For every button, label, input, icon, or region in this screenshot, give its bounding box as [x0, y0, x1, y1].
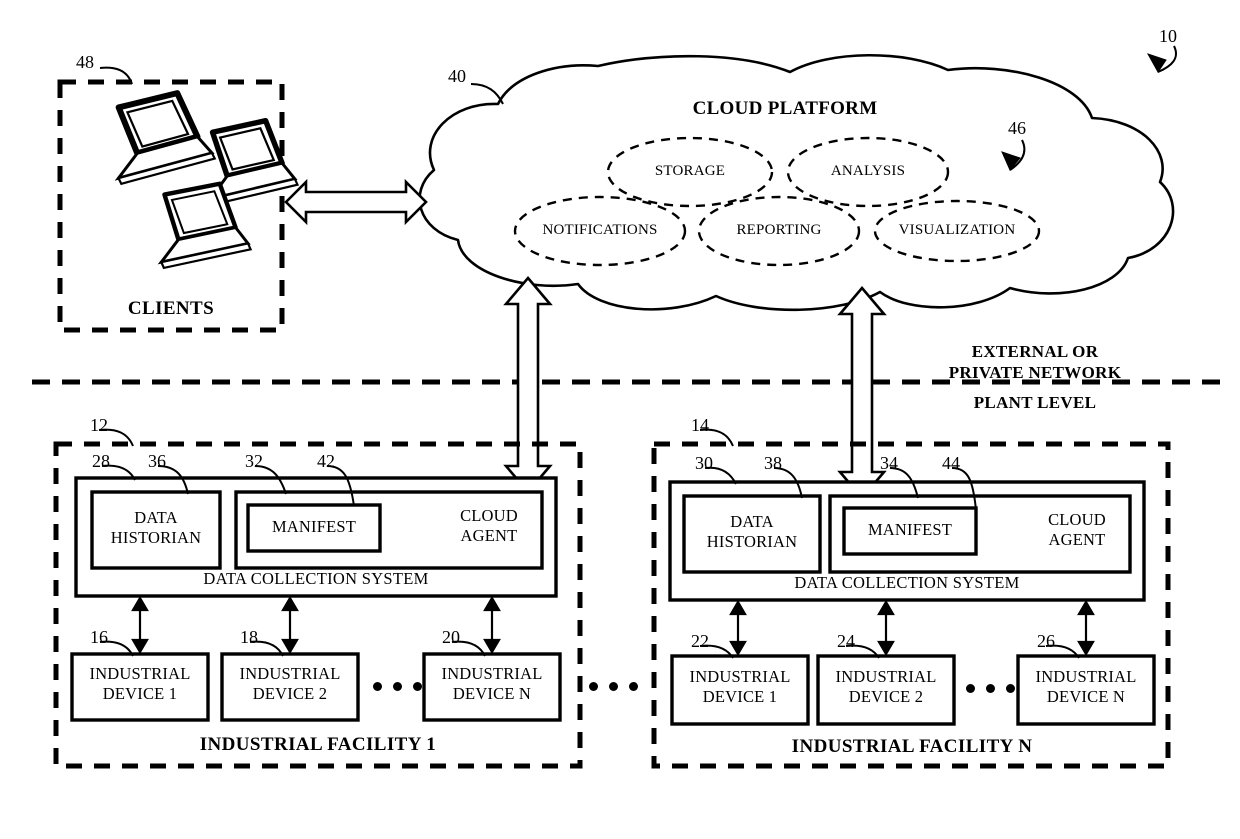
- reference-numeral-f1-cloud-agent: 32: [245, 451, 263, 471]
- facility-n-data-collection-system-label: DATA COLLECTION SYSTEM: [794, 573, 1020, 592]
- facility-n-title: INDUSTRIAL FACILITY N: [791, 736, 1033, 757]
- reference-numeral-fn-device-2: 24: [837, 631, 855, 651]
- cloud-service-storage-label: STORAGE: [654, 163, 726, 179]
- reference-numeral-cloud-services: 46: [1008, 118, 1026, 138]
- facility1-cloud-arrow: [503, 275, 553, 495]
- cloud-platform-title: CLOUD PLATFORM: [692, 98, 878, 119]
- reference-numeral-f1-device-1: 16: [90, 627, 108, 647]
- facility-1-device-2-line2: DEVICE 2: [252, 684, 328, 703]
- cloud-service-reporting-label: REPORTING: [736, 222, 822, 238]
- facility-1-device-1-line2: DEVICE 1: [102, 684, 178, 703]
- reference-numeral-facility-n: 14: [691, 415, 709, 435]
- facility-1-device-ellipsis: [373, 682, 422, 691]
- reference-numeral-fn-cloud-agent: 34: [880, 453, 898, 473]
- external-network-label-line1: EXTERNAL OR: [971, 342, 1099, 361]
- facility-1-data-historian-line1: DATA: [134, 508, 178, 527]
- facility-n-device-1-line2: DEVICE 1: [702, 687, 778, 706]
- reference-numeral-f1-collection: 28: [92, 451, 110, 471]
- facility-1-device-n-line2: DEVICE N: [452, 684, 532, 703]
- facility-n-device-n-line1: INDUSTRIAL: [1035, 667, 1137, 686]
- facility-1-cloud-agent-line2: AGENT: [460, 526, 518, 545]
- facility-n-data-historian-line2: HISTORIAN: [706, 532, 798, 551]
- facility-1-device-1-line1: INDUSTRIAL: [89, 664, 191, 683]
- reference-numeral-facility-1: 12: [90, 415, 108, 435]
- facility-1-data-historian-line2: HISTORIAN: [110, 528, 202, 547]
- facility-n-device-2-line2: DEVICE 2: [848, 687, 924, 706]
- plant-level-label: PLANT LEVEL: [973, 393, 1097, 412]
- facilities-ellipsis: [589, 682, 638, 691]
- clients-cloud-arrow: [284, 178, 428, 226]
- cloud-shape: [418, 53, 1175, 312]
- cloud-service-visualization-label: VISUALIZATION: [898, 222, 1016, 238]
- patent-figure: 10 40 CLOUD PLATFORM 46 STORAGE ANALYSIS…: [0, 0, 1240, 839]
- facility-n-manifest-label: MANIFEST: [867, 520, 953, 539]
- reference-numeral-fn-device-n: 26: [1037, 631, 1055, 651]
- facility-n-cloud-agent-line2: AGENT: [1048, 530, 1106, 549]
- facility-n-device-1-line1: INDUSTRIAL: [689, 667, 791, 686]
- facility-n-cloud-agent-line1: CLOUD: [1048, 510, 1106, 529]
- reference-numeral-f1-manifest: 42: [317, 451, 335, 471]
- facility-n-device-n-line2: DEVICE N: [1046, 687, 1126, 706]
- diagram-vectors: [32, 45, 1232, 769]
- laptop-icon-group: [114, 90, 300, 270]
- cloud-service-notifications-label: NOTIFICATIONS: [542, 222, 658, 238]
- reference-numeral-fn-collection: 30: [695, 453, 713, 473]
- reference-numeral-fn-manifest: 44: [942, 453, 960, 473]
- reference-numeral-fn-device-1: 22: [691, 631, 709, 651]
- clients-label: CLIENTS: [127, 298, 215, 319]
- facility-n-device-2-line1: INDUSTRIAL: [835, 667, 937, 686]
- reference-numeral-f1-device-2: 18: [240, 627, 258, 647]
- external-network-label-line2: PRIVATE NETWORK: [948, 363, 1122, 382]
- reference-numeral-fn-historian: 38: [764, 453, 782, 473]
- reference-numeral-f1-device-n: 20: [442, 627, 460, 647]
- reference-numeral-clients: 48: [76, 52, 94, 72]
- facility-n-device-ellipsis: [966, 684, 1015, 693]
- reference-numeral-cloud: 40: [448, 66, 466, 86]
- facility-1-title: INDUSTRIAL FACILITY 1: [199, 734, 437, 755]
- facility-1-data-collection-system-label: DATA COLLECTION SYSTEM: [203, 569, 429, 588]
- facility-1-cloud-agent-line1: CLOUD: [460, 506, 518, 525]
- facility-1-manifest-label: MANIFEST: [271, 517, 357, 536]
- facility-1-device-n-line1: INDUSTRIAL: [441, 664, 543, 683]
- facility-1-device-2-line1: INDUSTRIAL: [239, 664, 341, 683]
- reference-numeral-f1-historian: 36: [148, 451, 166, 471]
- reference-numeral-main: 10: [1159, 26, 1177, 46]
- cloud-service-analysis-label: ANALYSIS: [830, 163, 906, 179]
- facility-n-data-historian-line1: DATA: [730, 512, 774, 531]
